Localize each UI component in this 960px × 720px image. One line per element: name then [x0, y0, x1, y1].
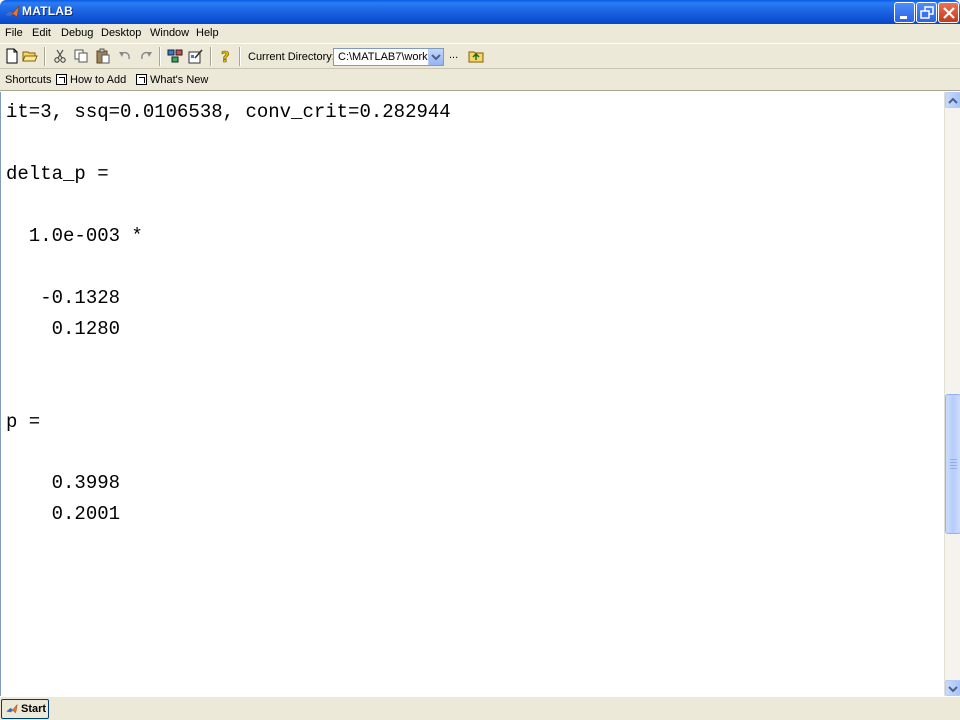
shortcut-icon: [136, 74, 147, 85]
dropdown-button[interactable]: [428, 49, 443, 65]
shortcuts-toolbar: Shortcuts How to Add What's New: [0, 69, 960, 91]
output-line: -0.1328: [6, 287, 121, 309]
output-line: 0.3998: [6, 472, 121, 494]
menu-desktop[interactable]: Desktop: [101, 27, 141, 39]
chevron-down-icon: [431, 54, 441, 61]
menu-window[interactable]: Window: [150, 27, 189, 39]
shortcut-icon: [56, 74, 67, 85]
scroll-down-button[interactable]: [945, 680, 960, 696]
output-line: it=3, ssq=0.0106538, conv_crit=0.282944: [6, 101, 451, 123]
output-line: 0.1280: [6, 318, 121, 340]
taskbar: Start: [0, 696, 960, 720]
scrollbar-thumb[interactable]: [945, 394, 960, 534]
start-label: Start: [21, 703, 47, 715]
grip-line: [950, 462, 957, 463]
output-line: delta_p =: [6, 163, 109, 185]
menu-file[interactable]: File: [5, 27, 23, 39]
simulink-icon[interactable]: [167, 48, 183, 64]
vertical-scrollbar[interactable]: [944, 92, 960, 696]
command-window[interactable]: it=3, ssq=0.0106538, conv_crit=0.282944 …: [0, 92, 944, 696]
restore-icon: [920, 6, 934, 19]
grip-line: [950, 468, 957, 469]
toolbar-separator: [210, 47, 212, 66]
copy-icon[interactable]: [73, 48, 89, 64]
menu-bar: File Edit Debug Desktop Window Help: [0, 24, 960, 43]
output-line: p =: [6, 411, 41, 433]
cut-icon[interactable]: [52, 48, 68, 64]
menu-edit[interactable]: Edit: [32, 27, 51, 39]
help-icon[interactable]: ?: [217, 48, 233, 64]
current-directory-combobox[interactable]: C:\MATLAB7\work: [333, 48, 444, 66]
toolbar-separator: [44, 47, 46, 66]
browse-button[interactable]: ...: [449, 49, 458, 61]
current-directory-label: Current Directory:: [248, 51, 335, 63]
toolbar-separator: [159, 47, 161, 66]
grip-line: [950, 465, 957, 466]
up-folder-icon[interactable]: [468, 48, 484, 64]
matlab-logo-icon: [4, 4, 20, 18]
shortcut-whats-new[interactable]: What's New: [150, 74, 208, 86]
start-button[interactable]: Start: [1, 699, 49, 719]
chevron-up-icon: [948, 97, 958, 104]
redo-icon[interactable]: [138, 48, 154, 64]
window-title: MATLAB: [22, 4, 73, 18]
restore-button[interactable]: [916, 2, 937, 23]
toolbar-separator: [239, 47, 241, 66]
guide-icon[interactable]: [188, 48, 204, 64]
chevron-down-icon: [948, 686, 958, 693]
svg-text:?: ?: [221, 48, 230, 64]
paste-icon[interactable]: [95, 48, 111, 64]
close-button[interactable]: [938, 2, 959, 23]
toolbar: ? Current Directory: C:\MATLAB7\work ...: [0, 43, 960, 69]
minimize-icon: [900, 16, 907, 19]
menu-help[interactable]: Help: [196, 27, 219, 39]
close-icon: [943, 7, 955, 19]
undo-icon[interactable]: [117, 48, 133, 64]
minimize-button[interactable]: [894, 2, 915, 23]
output-line: 1.0e-003 *: [6, 225, 143, 247]
open-folder-icon[interactable]: [22, 48, 38, 64]
scroll-up-button[interactable]: [945, 92, 960, 108]
grip-line: [950, 459, 957, 460]
matlab-logo-icon: [6, 703, 18, 714]
shortcuts-label[interactable]: Shortcuts: [5, 74, 51, 86]
menu-debug[interactable]: Debug: [61, 27, 93, 39]
shortcut-how-to-add[interactable]: How to Add: [70, 74, 126, 86]
current-directory-value: C:\MATLAB7\work: [338, 51, 428, 63]
output-line: 0.2001: [6, 503, 121, 525]
title-bar[interactable]: MATLAB: [0, 0, 960, 24]
new-file-icon[interactable]: [4, 48, 20, 64]
